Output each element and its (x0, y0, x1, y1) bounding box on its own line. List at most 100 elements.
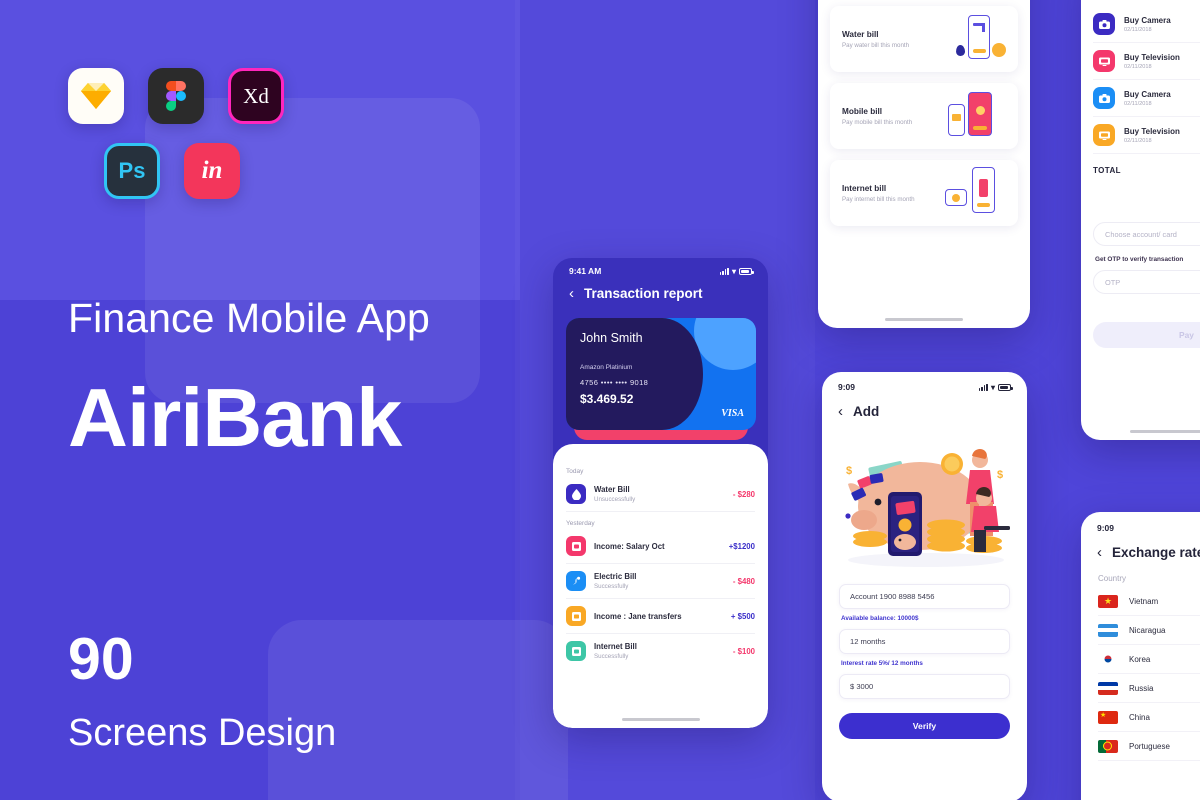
camera-icon (1093, 87, 1115, 109)
status-bar: 9:09 ▾ (822, 372, 1027, 396)
credit-row[interactable]: Buy Television 02/11/2018 (1093, 43, 1200, 80)
country-column-label: Country (1098, 574, 1127, 583)
russia-flag-icon (1098, 681, 1118, 695)
transaction-name: Income : Jane transfers (594, 611, 682, 621)
transaction-name: Internet Bill (594, 642, 637, 652)
bill-subtitle: Pay internet bill this month (842, 195, 915, 203)
total-label: TOTAL (1093, 166, 1121, 175)
card-type: Amazon Platinium (580, 364, 633, 371)
tv-icon (1093, 50, 1115, 72)
status-time: 9:09 (1097, 522, 1115, 533)
status-bar: 9:09 (1081, 512, 1200, 536)
account-field[interactable]: Account 1900 8988 5456 (839, 584, 1010, 609)
transaction-status: Successfully (594, 582, 629, 590)
country-name: Russia (1129, 683, 1154, 693)
transaction-info: Electric Bill Successfully (594, 572, 725, 590)
country-row[interactable]: China (1098, 703, 1200, 732)
transaction-info: Income: Salary Oct (594, 542, 721, 551)
battery-icon (739, 267, 754, 275)
signal-icon (719, 267, 729, 275)
transaction-status: Successfully (594, 652, 629, 660)
back-icon[interactable]: ‹ (569, 286, 574, 301)
page-title: Exchange rate (1112, 544, 1200, 560)
figma-icon (148, 68, 204, 124)
bill-subtitle: Pay water bill this month (842, 41, 910, 49)
country-row[interactable]: Korea (1098, 645, 1200, 674)
bill-title: Internet bill (842, 183, 887, 193)
transaction-info: Internet Bill Successfully (594, 642, 725, 660)
credit-row[interactable]: Buy Camera 02/11/2018 (1093, 80, 1200, 117)
back-icon[interactable]: ‹ (838, 404, 843, 419)
transaction-report-screen: 9:41 AM ▾ ‹ Transaction report John Smit… (553, 258, 768, 728)
country-row[interactable]: Russia (1098, 674, 1200, 703)
battery-icon (998, 383, 1013, 391)
screen-count-label: Screens Design (68, 712, 337, 754)
card-decoration-circle (694, 318, 756, 370)
exchange-rate-screen: 9:09 ‹ Exchange rate Country Vietnam Nic… (1081, 512, 1200, 800)
invision-icon: in (184, 143, 240, 199)
transaction-name: Electric Bill (594, 572, 637, 582)
back-icon[interactable]: ‹ (1097, 545, 1102, 560)
transaction-row[interactable]: Electric Bill Successfully - $480 (566, 564, 755, 599)
verify-button[interactable]: Verify (839, 713, 1010, 739)
nav-bar: ‹ Exchange rate (1081, 536, 1200, 568)
calendar-icon (566, 641, 586, 661)
card-holder-name: John Smith (580, 331, 643, 345)
mobile-bill-illustration (944, 90, 1006, 142)
credit-card-stack[interactable]: John Smith Amazon Platinium 4756 •••• ••… (566, 318, 756, 442)
photoshop-label: Ps (118, 158, 146, 183)
bolt-icon (566, 571, 586, 591)
add-savings-screen: 9:09 ▾ ‹ Add $ $ Account 1900 8988 5456 … (822, 372, 1027, 800)
account-select[interactable]: Choose account/ card (1093, 222, 1200, 246)
sketch-icon (68, 68, 124, 124)
credit-row-date: 02/11/2018 (1124, 100, 1152, 107)
design-tool-row-top: Xd (68, 68, 284, 124)
country-row[interactable]: Portuguese (1098, 732, 1200, 761)
transaction-name: Water Bill (594, 485, 630, 495)
amount-field[interactable]: $ 3000 (839, 674, 1010, 699)
transaction-info: Water Bill Unsuccessfully (594, 485, 725, 503)
country-row[interactable]: Nicaragua (1098, 616, 1200, 645)
credit-row-info: Buy Television 02/11/2018 (1124, 127, 1180, 144)
credit-row-title: Buy Camera (1124, 15, 1171, 25)
card-number: 4756 •••• •••• 9018 (580, 378, 649, 387)
transaction-amount: + $500 (730, 611, 755, 621)
svg-text:$: $ (997, 469, 1003, 481)
vietnam-flag-icon (1098, 594, 1118, 608)
bill-title: Mobile bill (842, 106, 883, 116)
transaction-amount: - $480 (732, 576, 755, 586)
credit-row[interactable]: Buy Television 02/11/2018 (1093, 117, 1200, 154)
country-row[interactable]: Vietnam (1098, 587, 1200, 616)
transaction-row[interactable]: Income: Salary Oct +$1200 (566, 529, 755, 564)
bill-card[interactable]: Water bill Pay water bill this month (830, 6, 1018, 72)
credit-row-date: 02/11/2018 (1124, 63, 1152, 70)
bill-card[interactable]: Internet bill Pay internet bill this mon… (830, 160, 1018, 226)
country-name: Vietnam (1129, 596, 1159, 606)
tv-icon (1093, 124, 1115, 146)
transaction-name: Income: Salary Oct (594, 541, 665, 551)
primary-card: John Smith Amazon Platinium 4756 •••• ••… (566, 318, 756, 430)
portugal-flag-icon (1098, 739, 1118, 753)
pay-button[interactable]: Pay (1093, 322, 1200, 348)
credit-row[interactable]: Buy Camera 02/11/2018 (1093, 6, 1200, 43)
otp-input[interactable]: OTP (1093, 270, 1200, 294)
china-flag-icon (1098, 710, 1118, 724)
design-tool-row-bottom: Ps in (104, 143, 240, 199)
bill-card[interactable]: Mobile bill Pay mobile bill this month (830, 83, 1018, 149)
credit-row-title: Buy Television (1124, 126, 1180, 136)
wifi-icon: ▾ (990, 382, 995, 392)
hero-section: Xd Ps in Finance Mobile App AiriBank 90 … (68, 0, 538, 800)
wifi-icon: ▾ (731, 266, 736, 276)
water-bill-illustration (944, 13, 1006, 65)
svg-text:$: $ (846, 465, 852, 477)
transaction-row[interactable]: Water Bill Unsuccessfully - $280 (566, 477, 755, 512)
transaction-row[interactable]: Internet Bill Successfully - $100 (566, 634, 755, 668)
transaction-row[interactable]: Income : Jane transfers + $500 (566, 599, 755, 634)
poster-stage: Xd Ps in Finance Mobile App AiriBank 90 … (0, 0, 1200, 800)
home-indicator (885, 318, 963, 321)
screen-count: 90 (68, 626, 134, 692)
transaction-status: Unsuccessfully (594, 495, 636, 503)
bills-screen: Water bill Pay water bill this month Mob… (818, 0, 1030, 328)
adobe-xd-icon: Xd (228, 68, 284, 124)
term-field[interactable]: 12 months (839, 629, 1010, 654)
